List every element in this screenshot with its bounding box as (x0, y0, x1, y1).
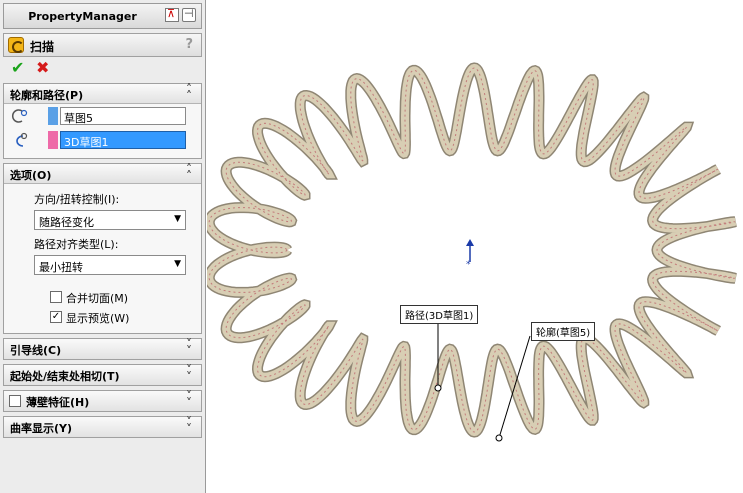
chevron-down-icon[interactable]: ˅ ˅ (184, 390, 194, 409)
group-profile-path: 轮廓和路径(P) ˄ ˄ 草图5 3D草图1 (3, 83, 202, 159)
cancel-button[interactable]: ✖ (36, 58, 49, 77)
group-header-curvature-display[interactable]: 曲率显示(Y) ˅ ˅ (4, 416, 201, 437)
help-icon[interactable]: ? (185, 37, 193, 52)
path-callout[interactable]: 路径(3D草图1) (400, 305, 479, 324)
chevron-up-icon[interactable]: ˄ ˄ (184, 83, 194, 102)
property-manager-panel: PropertyManager ⊼ ⊣ 扫描 ? ✔ ✖ 轮廓和路径(P) ˄ ˄… (0, 0, 206, 493)
feature-name: 扫描 (30, 40, 55, 54)
path-row: 3D草图1 (4, 128, 201, 152)
merge-tangent-checkbox[interactable] (50, 291, 62, 303)
chevron-down-icon[interactable]: ˅ ˅ (184, 364, 194, 383)
orientation-label: 方向/扭转控制(I): (34, 193, 120, 206)
group-title: 选项(O) (10, 169, 52, 182)
panel-title: PropertyManager (28, 10, 137, 23)
profile-color-swatch (48, 107, 58, 125)
path-selection-box[interactable]: 3D草图1 (60, 131, 186, 149)
group-header-profile-path[interactable]: 轮廓和路径(P) ˄ ˄ (4, 83, 201, 104)
group-header-guide-curves[interactable]: 引导线(C) ˅ ˅ (4, 338, 201, 359)
alignment-value: 最小扭转 (39, 261, 83, 274)
group-guide-curves[interactable]: 引导线(C) ˅ ˅ (3, 338, 202, 360)
profile-selection-box[interactable]: 草图5 (60, 107, 186, 125)
path-icon (16, 132, 28, 147)
show-preview-row: ✓ 显示预览(W) (4, 307, 201, 327)
chevron-up-icon[interactable]: ˄ ˄ (184, 163, 194, 182)
group-header-options[interactable]: 选项(O) ˄ ˄ (4, 163, 201, 184)
property-manager-titlebar: PropertyManager ⊼ ⊣ (3, 3, 202, 29)
group-thin-feature[interactable]: 薄壁特征(H) ˅ ˅ (3, 390, 202, 412)
group-title: 曲率显示(Y) (10, 422, 73, 435)
merge-tangent-row: 合并切面(M) (4, 287, 201, 307)
sweep-feature-icon (8, 37, 24, 53)
chevron-down-icon[interactable]: ˅ ˅ (184, 338, 194, 357)
thin-feature-checkbox[interactable] (9, 395, 21, 407)
group-options: 选项(O) ˄ ˄ 方向/扭转控制(I): 随路径变化 ▼ 路径对齐类型(L): … (3, 163, 202, 334)
dropdown-arrow-icon: ▼ (174, 214, 181, 224)
ok-button[interactable]: ✔ (11, 58, 24, 77)
profile-icon (12, 109, 28, 123)
tile-panel-icon[interactable]: ⊼ (165, 7, 179, 22)
origin-triad-icon: * (466, 239, 474, 268)
orientation-value: 随路径变化 (39, 216, 94, 229)
ok-cancel-row: ✔ ✖ (3, 57, 202, 79)
group-title: 引导线(C) (10, 344, 62, 357)
merge-tangent-label: 合并切面(M) (66, 292, 129, 305)
group-curvature-display[interactable]: 曲率显示(Y) ˅ ˅ (3, 416, 202, 438)
feature-header: 扫描 ? (3, 33, 202, 57)
path-color-swatch (48, 131, 58, 149)
group-title: 轮廓和路径(P) (10, 89, 84, 102)
group-title: 起始处/结束处相切(T) (10, 370, 120, 383)
profile-row: 草图5 (4, 104, 201, 128)
group-title: 薄壁特征(H) (26, 396, 90, 409)
graphics-viewport[interactable]: 路径(3D草图1) 轮廓(草图5) * (203, 0, 743, 493)
group-header-tangency[interactable]: 起始处/结束处相切(T) ˅ ˅ (4, 364, 201, 385)
alignment-label: 路径对齐类型(L): (34, 238, 119, 251)
group-header-thin-feature[interactable]: 薄壁特征(H) ˅ ˅ (4, 390, 201, 411)
dropdown-arrow-icon: ▼ (174, 259, 181, 269)
profile-callout[interactable]: 轮廓(草图5) (531, 322, 596, 341)
pin-icon[interactable]: ⊣ (182, 7, 196, 22)
options-body: 方向/扭转控制(I): 随路径变化 ▼ 路径对齐类型(L): 最小扭转 ▼ (4, 184, 201, 287)
alignment-dropdown[interactable]: 最小扭转 ▼ (34, 255, 186, 275)
svg-text:*: * (466, 260, 471, 268)
group-tangency[interactable]: 起始处/结束处相切(T) ˅ ˅ (3, 364, 202, 386)
show-preview-checkbox[interactable]: ✓ (50, 311, 62, 323)
chevron-down-icon[interactable]: ˅ ˅ (184, 416, 194, 435)
show-preview-label: 显示预览(W) (66, 312, 130, 325)
orientation-dropdown[interactable]: 随路径变化 ▼ (34, 210, 186, 230)
